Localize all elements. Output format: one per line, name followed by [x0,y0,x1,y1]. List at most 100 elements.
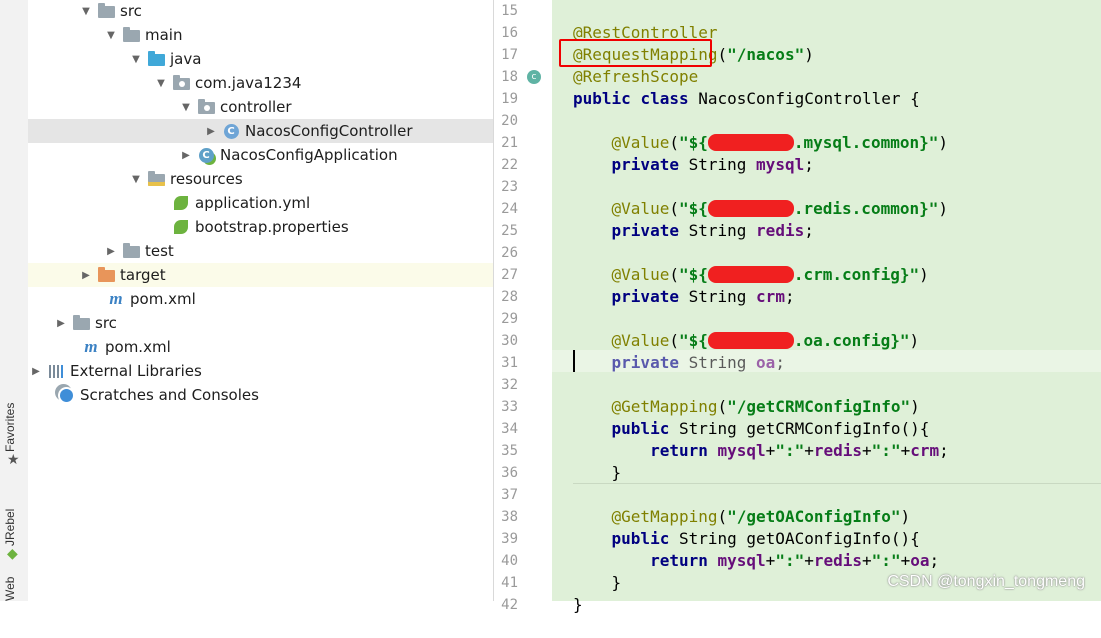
tree-item-src[interactable]: ▼ src [28,0,493,23]
favorites-tab[interactable]: Favorites [3,403,17,452]
field-token: mysql [756,155,805,174]
tree-item-controller[interactable]: ▼ controller [28,95,493,119]
chevron-right-icon[interactable]: ▶ [178,150,194,161]
folder-icon [71,315,91,331]
tree-item-main[interactable]: ▼ main [28,23,493,47]
chevron-right-icon[interactable]: ▶ [28,366,44,377]
chevron-right-icon[interactable]: ▶ [53,318,69,329]
tool-window-stripe: Favorites ★ JRebel ◆ Web [0,0,29,601]
line-number: 33 [501,399,518,415]
keyword-token: private [611,287,679,306]
tree-item-label: com.java1234 [195,74,302,92]
field-token: redis [756,221,805,240]
tree-item-com-java1234[interactable]: ▼ com.java1234 [28,71,493,95]
tree-item-scratches[interactable]: Scratches and Consoles [28,383,493,407]
tree-item-target[interactable]: ▶ target [28,263,493,287]
field-token: crm [756,287,785,306]
code-line: @Value("${.crm.config}") [552,242,1101,284]
tree-item-bootstrap-properties[interactable]: bootstrap.properties [28,215,493,239]
code-line: private String oa; [552,330,1101,372]
punct-token: ; [784,287,795,306]
line-number: 34 [501,421,518,437]
line-number: 22 [501,157,518,173]
line-number: 42 [501,597,518,613]
line-number: 30 [501,333,518,349]
maven-icon: m [84,337,98,356]
line-number: 37 [501,487,518,503]
keyword-token: private [611,221,679,240]
folder-icon [96,3,116,19]
brace-token: } [611,463,622,482]
tree-item-label: target [120,266,166,284]
line-number: 18 [501,69,518,85]
code-line: @GetMapping("/getCRMConfigInfo") [552,374,1101,416]
spring-bean-gutter-icon[interactable]: c [527,70,541,84]
resources-folder-icon [146,171,166,187]
jrebel-tab[interactable]: JRebel [3,509,17,546]
punct-token: ; [804,221,814,240]
line-number: 39 [501,531,518,547]
star-icon[interactable]: ★ [7,452,20,468]
line-number: 31 [501,355,518,371]
excluded-folder-icon [96,267,116,283]
code-line: } [552,550,1101,592]
line-number: 41 [501,575,518,591]
type-token: String [688,221,747,240]
jrebel-icon[interactable]: ◆ [7,546,18,562]
tree-item-label: controller [220,98,292,116]
tree-item-label: NacosConfigApplication [220,146,398,164]
tree-item-pom-xml[interactable]: m pom.xml [28,287,493,311]
package-icon [196,99,216,115]
line-number: 35 [501,443,518,459]
tree-item-external-libraries[interactable]: ▶ External Libraries [28,359,493,383]
spring-config-icon [171,219,191,235]
line-number: 15 [501,3,518,19]
tree-item-application-yml[interactable]: application.yml [28,191,493,215]
code-line: private String redis; [552,198,1101,240]
code-line: return mysql+":"+redis+":"+oa; [552,528,1101,570]
source-folder-icon [146,51,166,67]
tree-item-java[interactable]: ▼ java [28,47,493,71]
chevron-right-icon[interactable]: ▶ [78,270,94,281]
chevron-down-icon[interactable]: ▼ [128,174,144,185]
maven-icon: m [109,289,123,308]
type-token: String [688,287,747,306]
line-number: 26 [501,245,518,261]
code-line: @Value("${.redis.common}") [552,176,1101,218]
library-icon [46,363,66,379]
tree-item-nacos-config-application[interactable]: ▶ C NacosConfigApplication [28,143,493,167]
code-line: @RestController [552,0,1101,42]
line-number: 32 [501,377,518,393]
class-name-token: NacosConfigController { [698,89,920,108]
line-number: 28 [501,289,518,305]
tree-item-label: java [170,50,202,68]
tree-item-label: src [120,2,142,20]
chevron-down-icon[interactable]: ▼ [78,6,94,17]
chevron-down-icon[interactable]: ▼ [128,54,144,65]
chevron-down-icon[interactable]: ▼ [153,78,169,89]
tree-item-nacos-config-controller[interactable]: ▶ C NacosConfigController [28,119,493,143]
tree-item-pom-xml-root[interactable]: m pom.xml [28,335,493,359]
chevron-down-icon[interactable]: ▼ [103,30,119,41]
line-number: 29 [501,311,518,327]
tree-item-src-root[interactable]: ▶ src [28,311,493,335]
chevron-down-icon[interactable]: ▼ [178,102,194,113]
scratches-icon [56,386,76,404]
code-line: return mysql+":"+redis+":"+crm; [552,418,1101,460]
line-number: 38 [501,509,518,525]
code-editor[interactable]: @RestController @RequestMapping("/nacos"… [552,0,1101,614]
chevron-right-icon[interactable]: ▶ [203,126,219,137]
tree-item-test[interactable]: ▶ test [28,239,493,263]
tree-item-label: src [95,314,117,332]
brace-token: } [573,595,583,614]
line-number: 16 [501,25,518,41]
chevron-right-icon[interactable]: ▶ [103,246,119,257]
punct-token: ; [804,155,814,174]
code-line: public String getOAConfigInfo(){ [552,506,1101,548]
web-tab[interactable]: Web [3,577,17,601]
tree-item-label: application.yml [195,194,311,212]
tree-item-resources[interactable]: ▼ resources [28,167,493,191]
type-token: String [688,155,747,174]
line-number: 23 [501,179,518,195]
folder-icon [121,27,141,43]
